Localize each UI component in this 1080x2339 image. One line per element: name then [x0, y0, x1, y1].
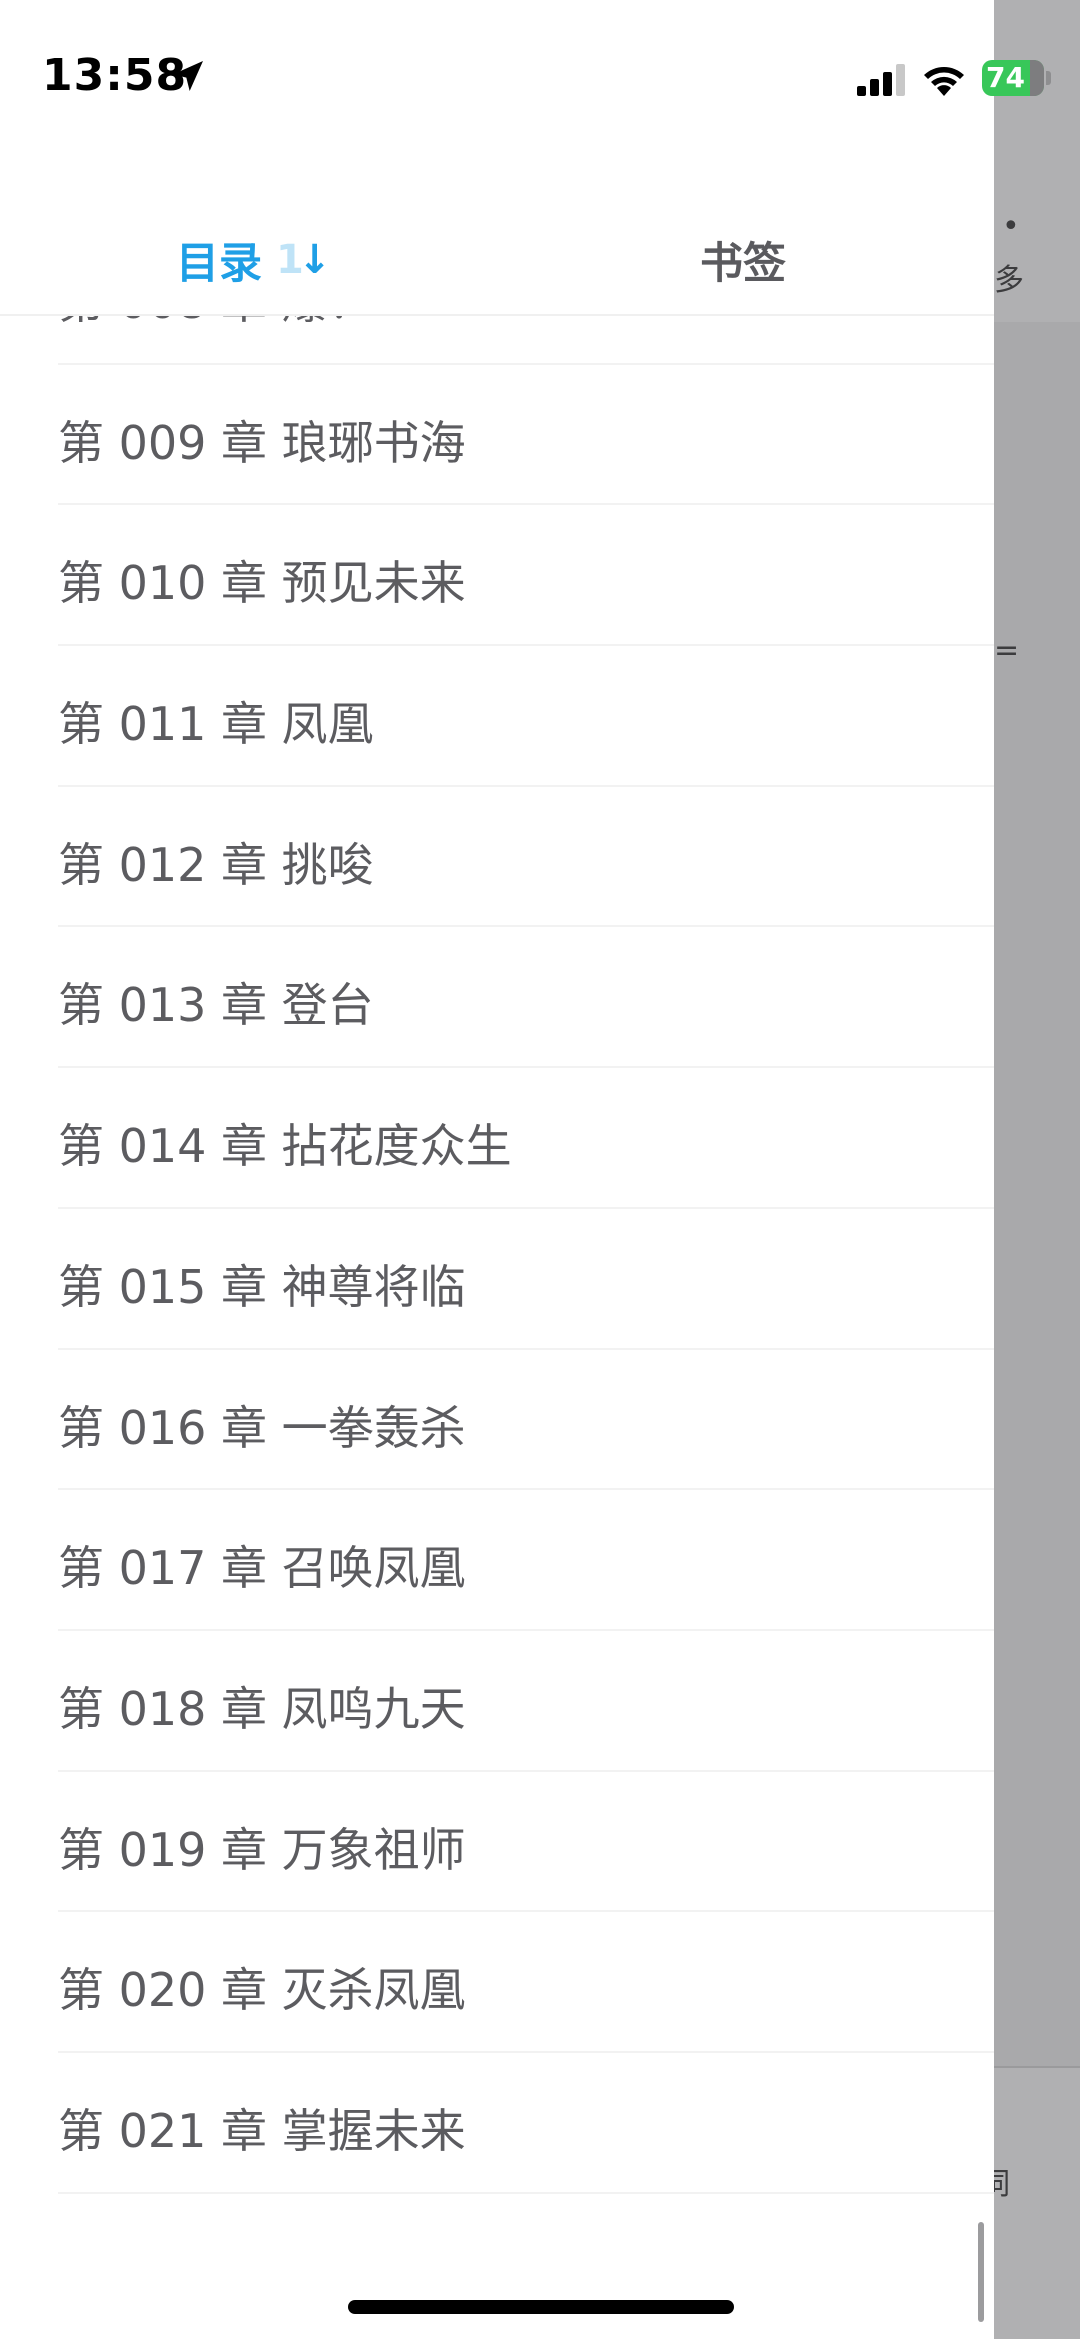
chapter-title: 第 019 章 万象祖师 — [58, 1822, 466, 1877]
chapter-title: 第 010 章 预见未来 — [58, 556, 466, 611]
chapter-item[interactable]: 第 020 章 灭杀凤凰 — [58, 1912, 994, 2053]
home-indicator[interactable] — [348, 2300, 734, 2314]
chapter-item[interactable]: 第 016 章 一拳轰杀 — [58, 1350, 994, 1491]
chapter-title: 第 011 章 凤凰 — [58, 697, 374, 752]
chapter-title: 第 008 章 爆！ — [58, 316, 374, 332]
screen: • 多 = 词 目录 1↓ 书签 第 008 章 爆！第 009 章 琅琊书海第… — [0, 0, 1080, 2339]
chapter-title: 第 018 章 凤鸣九天 — [58, 1681, 466, 1736]
chapter-item[interactable]: 第 018 章 凤鸣九天 — [58, 1631, 994, 1772]
sort-order-icon[interactable]: 1↓ — [276, 237, 331, 283]
cellular-signal-icon — [857, 64, 905, 96]
chapter-title: 第 020 章 灭杀凤凰 — [58, 1963, 466, 2018]
chapter-title: 第 021 章 掌握未来 — [58, 2103, 466, 2158]
scroll-indicator[interactable] — [978, 2222, 984, 2322]
status-time: 13:58 — [42, 50, 188, 101]
reader-bottom-bar — [994, 2066, 1080, 2339]
location-arrow-icon — [173, 61, 203, 91]
battery-cap — [1046, 71, 1051, 85]
chapter-title: 第 015 章 神尊将临 — [58, 1259, 466, 1314]
chapter-item[interactable]: 第 021 章 掌握未来 — [58, 2053, 994, 2194]
status-bar: 13:58 74 — [0, 0, 1080, 150]
chapter-list-content: 第 008 章 爆！ 第 009 章 琅琊书海第 010 章 预见未来第 011 … — [0, 316, 994, 2194]
tab-bookmarks[interactable]: 书签 — [700, 228, 786, 292]
wifi-icon — [924, 67, 964, 96]
chapter-title: 第 017 章 召唤凤凰 — [58, 1541, 466, 1596]
chapter-item[interactable]: 第 009 章 琅琊书海 — [58, 365, 994, 506]
toc-drawer: 目录 1↓ 书签 第 008 章 爆！ 第 009 章 琅琊书海第 010 章 预… — [0, 0, 994, 2339]
chapter-item[interactable]: 第 011 章 凤凰 — [58, 646, 994, 787]
chapter-item[interactable]: 第 012 章 挑唆 — [58, 787, 994, 928]
tab-toc-label: 目录 — [176, 239, 262, 289]
chapter-item[interactable]: 第 010 章 预见未来 — [58, 505, 994, 647]
chapter-item[interactable]: 第 014 章 拈花度众生 — [58, 1068, 994, 1209]
chapter-title: 第 016 章 一拳轰杀 — [58, 1400, 466, 1455]
chapter-list[interactable]: 第 008 章 爆！ 第 009 章 琅琊书海第 010 章 预见未来第 011 … — [0, 316, 994, 2339]
chapter-item[interactable]: 第 013 章 登台 — [58, 927, 994, 1069]
drawer-tabs: 目录 1↓ 书签 — [0, 210, 994, 316]
chapter-item[interactable]: 第 015 章 神尊将临 — [58, 1209, 994, 1350]
battery-icon: 74 — [982, 60, 1044, 96]
chapter-title: 第 014 章 拈花度众生 — [58, 1119, 512, 1174]
battery-level: 74 — [986, 61, 1025, 94]
reader-menu-dot: • — [1002, 209, 1020, 244]
chapter-title: 第 009 章 琅琊书海 — [58, 415, 466, 470]
tab-bookmarks-label: 书签 — [700, 239, 786, 289]
chapter-title: 第 013 章 登台 — [58, 978, 374, 1033]
tab-table-of-contents[interactable]: 目录 1↓ — [176, 228, 331, 292]
chapter-title: 第 012 章 挑唆 — [58, 837, 374, 892]
chapter-item[interactable]: 第 008 章 爆！ — [58, 316, 994, 365]
chapter-item[interactable]: 第 019 章 万象祖师 — [58, 1772, 994, 1913]
reader-text-fragment: = — [994, 633, 1020, 668]
chapter-item[interactable]: 第 017 章 召唤凤凰 — [58, 1490, 994, 1631]
reader-more-label: 多 — [994, 263, 1024, 298]
